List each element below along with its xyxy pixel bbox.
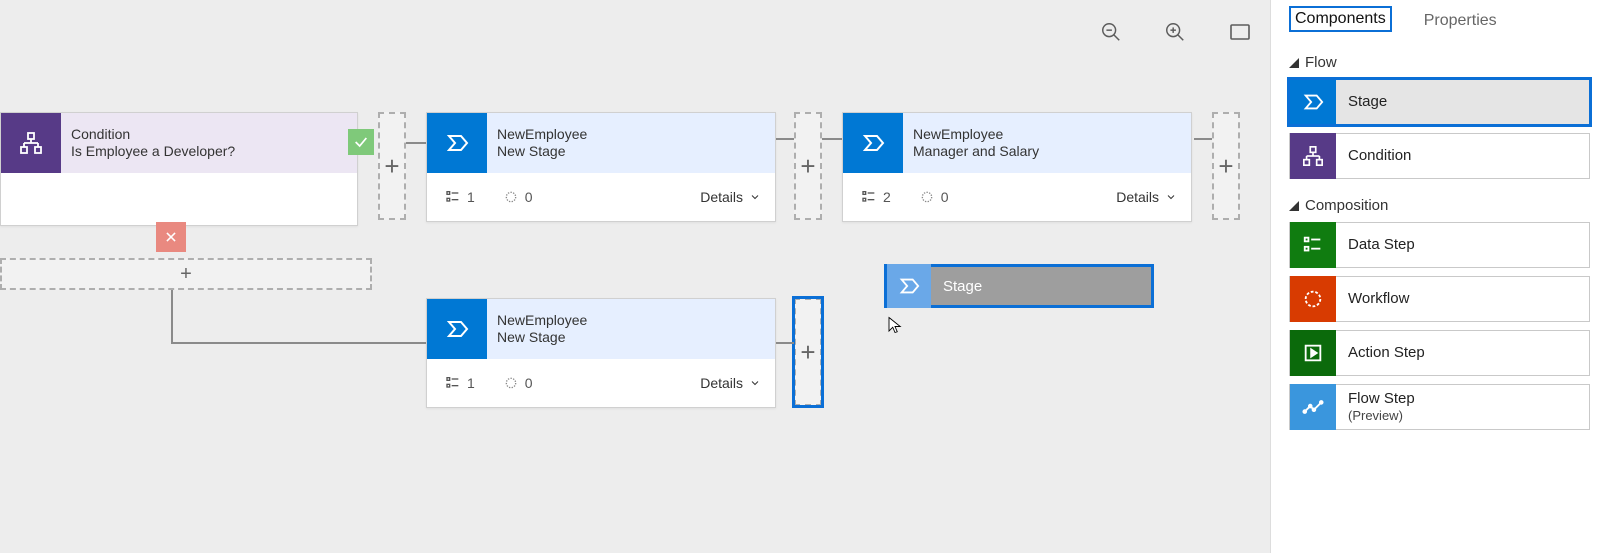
stage-card-3[interactable]: NewEmployee New Stage 1 0 Details <box>426 298 776 408</box>
collapse-icon <box>1289 201 1299 211</box>
dropzone-after-stage-3[interactable]: + <box>794 298 822 406</box>
stage-icon <box>427 113 487 173</box>
stage-card-1[interactable]: NewEmployee New Stage 1 0 Details <box>426 112 776 222</box>
condition-card[interactable]: Condition Is Employee a Developer? <box>0 112 358 226</box>
details-toggle[interactable]: Details <box>1116 189 1177 205</box>
condition-icon <box>1 113 61 173</box>
component-stage[interactable]: Stage <box>1289 79 1590 125</box>
condition-title: Condition <box>71 126 347 143</box>
true-branch-icon <box>348 129 374 155</box>
component-action-step[interactable]: Action Step <box>1289 330 1590 376</box>
section-composition[interactable]: Composition <box>1289 197 1590 214</box>
details-toggle[interactable]: Details <box>700 375 761 391</box>
trigger-count-icon: 0 <box>503 189 533 205</box>
dropzone-after-condition[interactable]: + <box>378 112 406 220</box>
condition-subtitle: Is Employee a Developer? <box>71 143 347 160</box>
steps-count-icon: 2 <box>861 189 891 205</box>
collapse-icon <box>1289 58 1299 68</box>
drag-ghost-stage: Stage <box>884 264 1154 308</box>
condition-icon <box>1290 133 1336 179</box>
component-condition[interactable]: Condition <box>1289 133 1590 179</box>
data-step-icon <box>1290 222 1336 268</box>
trigger-count-icon: 0 <box>503 375 533 391</box>
zoom-in-icon[interactable] <box>1164 21 1186 48</box>
sidebar-tabs: Components Properties <box>1289 6 1590 36</box>
flow-step-icon <box>1290 384 1336 430</box>
designer-canvas[interactable]: Condition Is Employee a Developer? + + +… <box>0 0 1270 553</box>
tab-components[interactable]: Components <box>1289 6 1392 32</box>
component-data-step[interactable]: Data Step <box>1289 222 1590 268</box>
canvas-toolbar <box>1100 20 1252 49</box>
stage-entity: NewEmployee <box>497 312 765 329</box>
stage-icon <box>843 113 903 173</box>
component-flow-step[interactable]: Flow Step (Preview) <box>1289 384 1590 430</box>
stage-icon <box>1290 79 1336 125</box>
workflow-icon <box>1290 276 1336 322</box>
stage-icon <box>887 264 931 308</box>
component-workflow[interactable]: Workflow <box>1289 276 1590 322</box>
action-step-icon <box>1290 330 1336 376</box>
stage-entity: NewEmployee <box>913 126 1181 143</box>
dropzone-false-branch[interactable]: + <box>0 258 372 290</box>
stage-name: Manager and Salary <box>913 143 1181 160</box>
stage-card-2[interactable]: NewEmployee Manager and Salary 2 0 Detai… <box>842 112 1192 222</box>
details-toggle[interactable]: Details <box>700 189 761 205</box>
steps-count-icon: 1 <box>445 375 475 391</box>
dropzone-after-stage-2[interactable]: + <box>1212 112 1240 220</box>
section-flow[interactable]: Flow <box>1289 54 1590 71</box>
cursor-icon <box>886 314 904 332</box>
stage-entity: NewEmployee <box>497 126 765 143</box>
dropzone-after-stage-1[interactable]: + <box>794 112 822 220</box>
stage-name: New Stage <box>497 143 765 160</box>
zoom-out-icon[interactable] <box>1100 21 1122 48</box>
stage-name: New Stage <box>497 329 765 346</box>
steps-count-icon: 1 <box>445 189 475 205</box>
stage-icon <box>427 299 487 359</box>
trigger-count-icon: 0 <box>919 189 949 205</box>
tab-properties[interactable]: Properties <box>1420 10 1501 32</box>
fit-screen-icon[interactable] <box>1228 20 1252 49</box>
false-branch-icon <box>156 222 186 252</box>
sidebar-panel: Components Properties Flow Stage Conditi… <box>1270 0 1600 553</box>
